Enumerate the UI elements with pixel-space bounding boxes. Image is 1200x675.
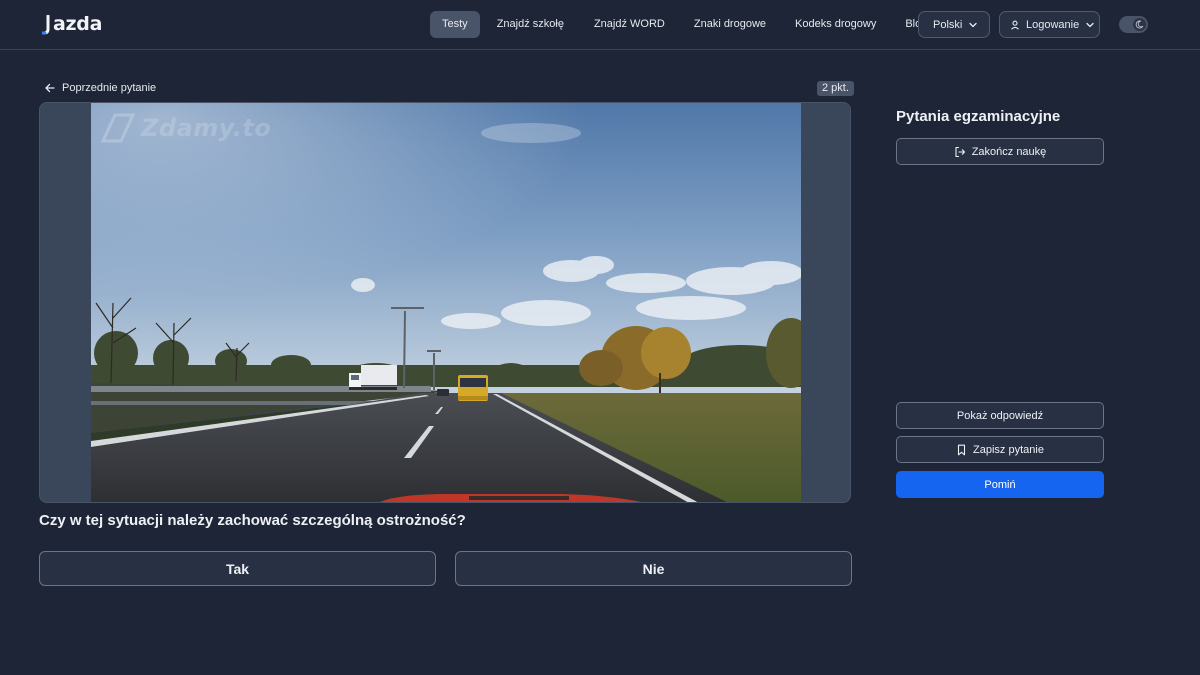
finish-learning-button[interactable]: Zakończ naukę xyxy=(896,138,1104,165)
question-video-frame: Zdamy.to xyxy=(91,103,801,502)
nav-item-find-word[interactable]: Znajdź WORD xyxy=(582,11,677,38)
previous-question-label: Poprzednie pytanie xyxy=(62,82,157,94)
nav-item-road-signs[interactable]: Znaki drogowe xyxy=(682,11,778,38)
answer-no-button[interactable]: Nie xyxy=(455,551,852,586)
logo-text: azda xyxy=(53,13,103,35)
finish-learning-label: Zakończ naukę xyxy=(971,145,1047,158)
skip-button[interactable]: Pomiń xyxy=(896,471,1104,498)
user-icon xyxy=(1010,20,1020,30)
chevron-down-icon xyxy=(968,20,978,30)
logout-icon xyxy=(954,146,966,158)
logo-j-icon xyxy=(42,15,52,35)
theme-toggle[interactable] xyxy=(1119,16,1148,33)
save-question-button[interactable]: Zapisz pytanie xyxy=(896,436,1104,463)
watermark-logo: Zdamy.to xyxy=(99,111,271,145)
nav-item-testy[interactable]: Testy xyxy=(430,11,480,38)
language-label: Polski xyxy=(933,18,963,31)
watermark-text: Zdamy.to xyxy=(141,114,272,142)
login-label: Logowanie xyxy=(1026,18,1080,31)
moon-icon xyxy=(1133,18,1146,31)
previous-question-link[interactable]: Poprzednie pytanie xyxy=(44,80,156,96)
top-navbar: azda Testy Znajdź szkołę Znajdź WORD Zna… xyxy=(0,0,1200,50)
main-nav: Testy Znajdź szkołę Znajdź WORD Znaki dr… xyxy=(430,11,944,38)
nav-item-find-school[interactable]: Znajdź szkołę xyxy=(485,11,576,38)
answer-yes-button[interactable]: Tak xyxy=(39,551,436,586)
sidebar-title: Pytania egzaminacyjne xyxy=(896,108,1061,125)
login-button[interactable]: Logowanie xyxy=(999,11,1100,38)
arrow-left-icon xyxy=(44,82,56,94)
show-answer-button[interactable]: Pokaż odpowiedź xyxy=(896,402,1104,429)
question-text: Czy w tej sytuacji należy zachować szcze… xyxy=(39,512,466,529)
question-media: Zdamy.to xyxy=(39,102,851,503)
points-badge: 2 pkt. xyxy=(817,81,854,96)
save-question-label: Zapisz pytanie xyxy=(973,443,1044,456)
nav-item-traffic-code[interactable]: Kodeks drogowy xyxy=(783,11,888,38)
logo[interactable]: azda xyxy=(42,12,102,36)
language-select[interactable]: Polski xyxy=(918,11,990,38)
chevron-down-icon xyxy=(1085,20,1095,30)
bookmark-icon xyxy=(956,444,967,456)
